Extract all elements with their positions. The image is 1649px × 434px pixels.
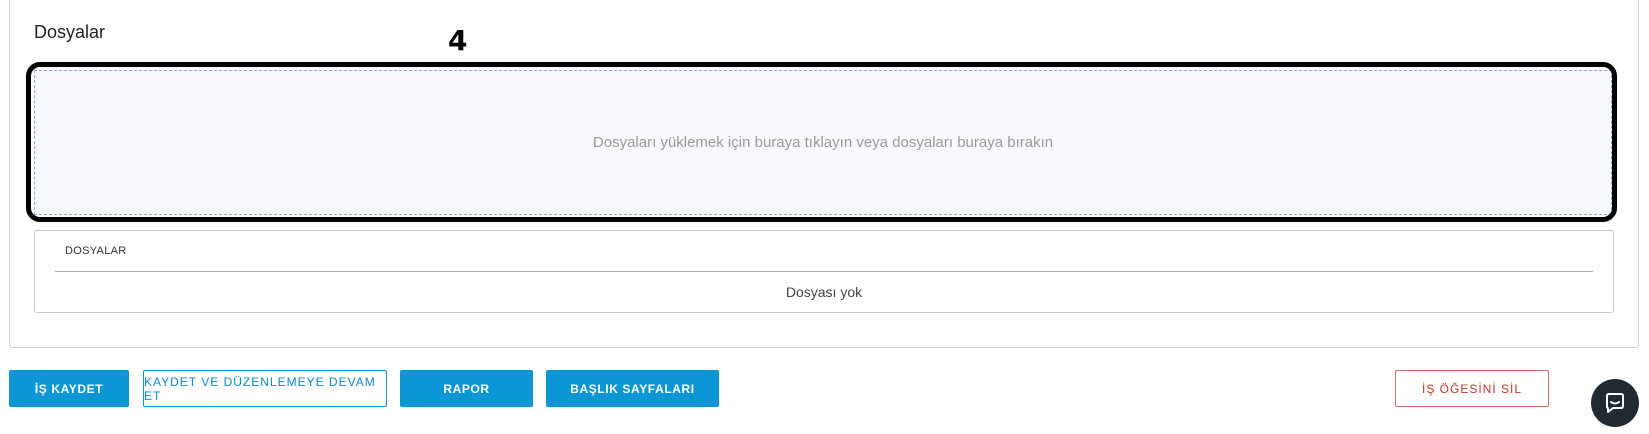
empty-state-text: Dosyası yok <box>785 284 863 300</box>
annotation-number: 4 <box>448 24 468 57</box>
files-table: DOSYALAR Dosyası yok <box>34 230 1614 313</box>
delete-job-item-button[interactable]: İŞ ÖĞESİNİ SİL <box>1395 370 1549 407</box>
files-table-header: DOSYALAR <box>65 245 127 257</box>
chat-bubble-icon <box>1606 393 1624 413</box>
section-title: Dosyalar <box>34 22 106 42</box>
report-button[interactable]: RAPOR <box>400 370 533 407</box>
save-job-button[interactable]: İŞ KAYDET <box>9 370 129 407</box>
title-pages-button[interactable]: BAŞLIK SAYFALARI <box>546 370 719 407</box>
chat-launcher-button[interactable] <box>1591 379 1639 427</box>
divider <box>55 271 1593 272</box>
save-and-continue-button[interactable]: KAYDET VE DÜZENLEMEYE DEVAM ET <box>143 370 387 407</box>
annotation-highlight-box <box>26 62 1617 222</box>
